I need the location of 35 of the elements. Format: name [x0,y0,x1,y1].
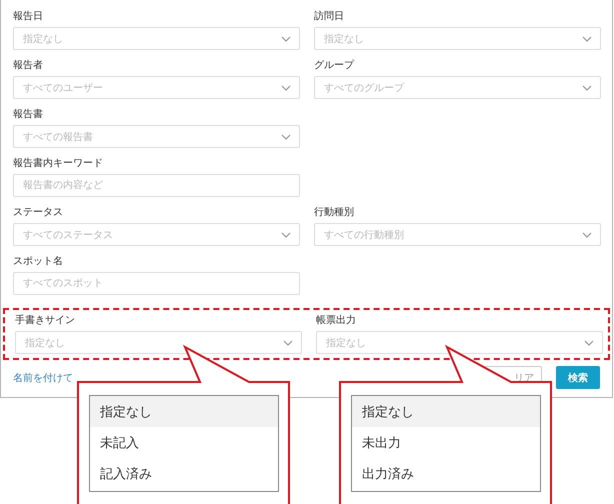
select-field[interactable]: すべてのグループ [314,76,601,99]
field-label: スポット名 [13,255,64,269]
field-label: 手書きサイン [15,314,76,328]
field-label: 報告書 [13,108,44,122]
chevron-down-icon [281,134,291,140]
field-label: 報告書内キーワード [13,157,104,171]
select-field[interactable]: 指定なし [314,27,601,50]
save-as-link[interactable]: 名前を付けて [13,370,73,384]
chevron-down-icon [281,232,291,238]
chevron-down-icon [283,340,293,346]
select-field[interactable]: すべての行動種別 [314,223,601,246]
menu-item[interactable]: 指定なし [90,396,278,427]
select-field[interactable]: すべてのステータス [13,223,300,246]
chevron-down-icon [281,84,291,90]
chevron-down-icon [582,36,592,42]
select-field[interactable]: すべての報告書 [13,125,300,148]
select-field[interactable]: 指定なし [316,331,603,354]
chevron-down-icon [582,232,592,238]
field-label: 訪問日 [314,10,345,24]
select-field[interactable]: 指定なし [15,331,302,354]
input-field[interactable]: すべてのスポット [13,272,300,295]
chevron-down-icon [582,84,592,90]
input-field[interactable]: 報告書の内容など [13,174,300,197]
field-label: ステータス [13,206,64,220]
menu-item[interactable]: 指定なし [352,396,540,427]
select-field[interactable]: すべてのユーザー [13,76,300,99]
select-field[interactable]: 指定なし [13,27,300,50]
chevron-down-icon [584,340,594,346]
field-label: グループ [314,59,356,73]
field-label: 報告日 [13,10,44,24]
field-label: 帳票出力 [316,314,357,328]
search-button[interactable]: 検索 [556,366,600,389]
field-label: 報告者 [13,59,44,73]
chevron-down-icon [281,36,291,42]
field-label: 行動種別 [314,206,355,220]
